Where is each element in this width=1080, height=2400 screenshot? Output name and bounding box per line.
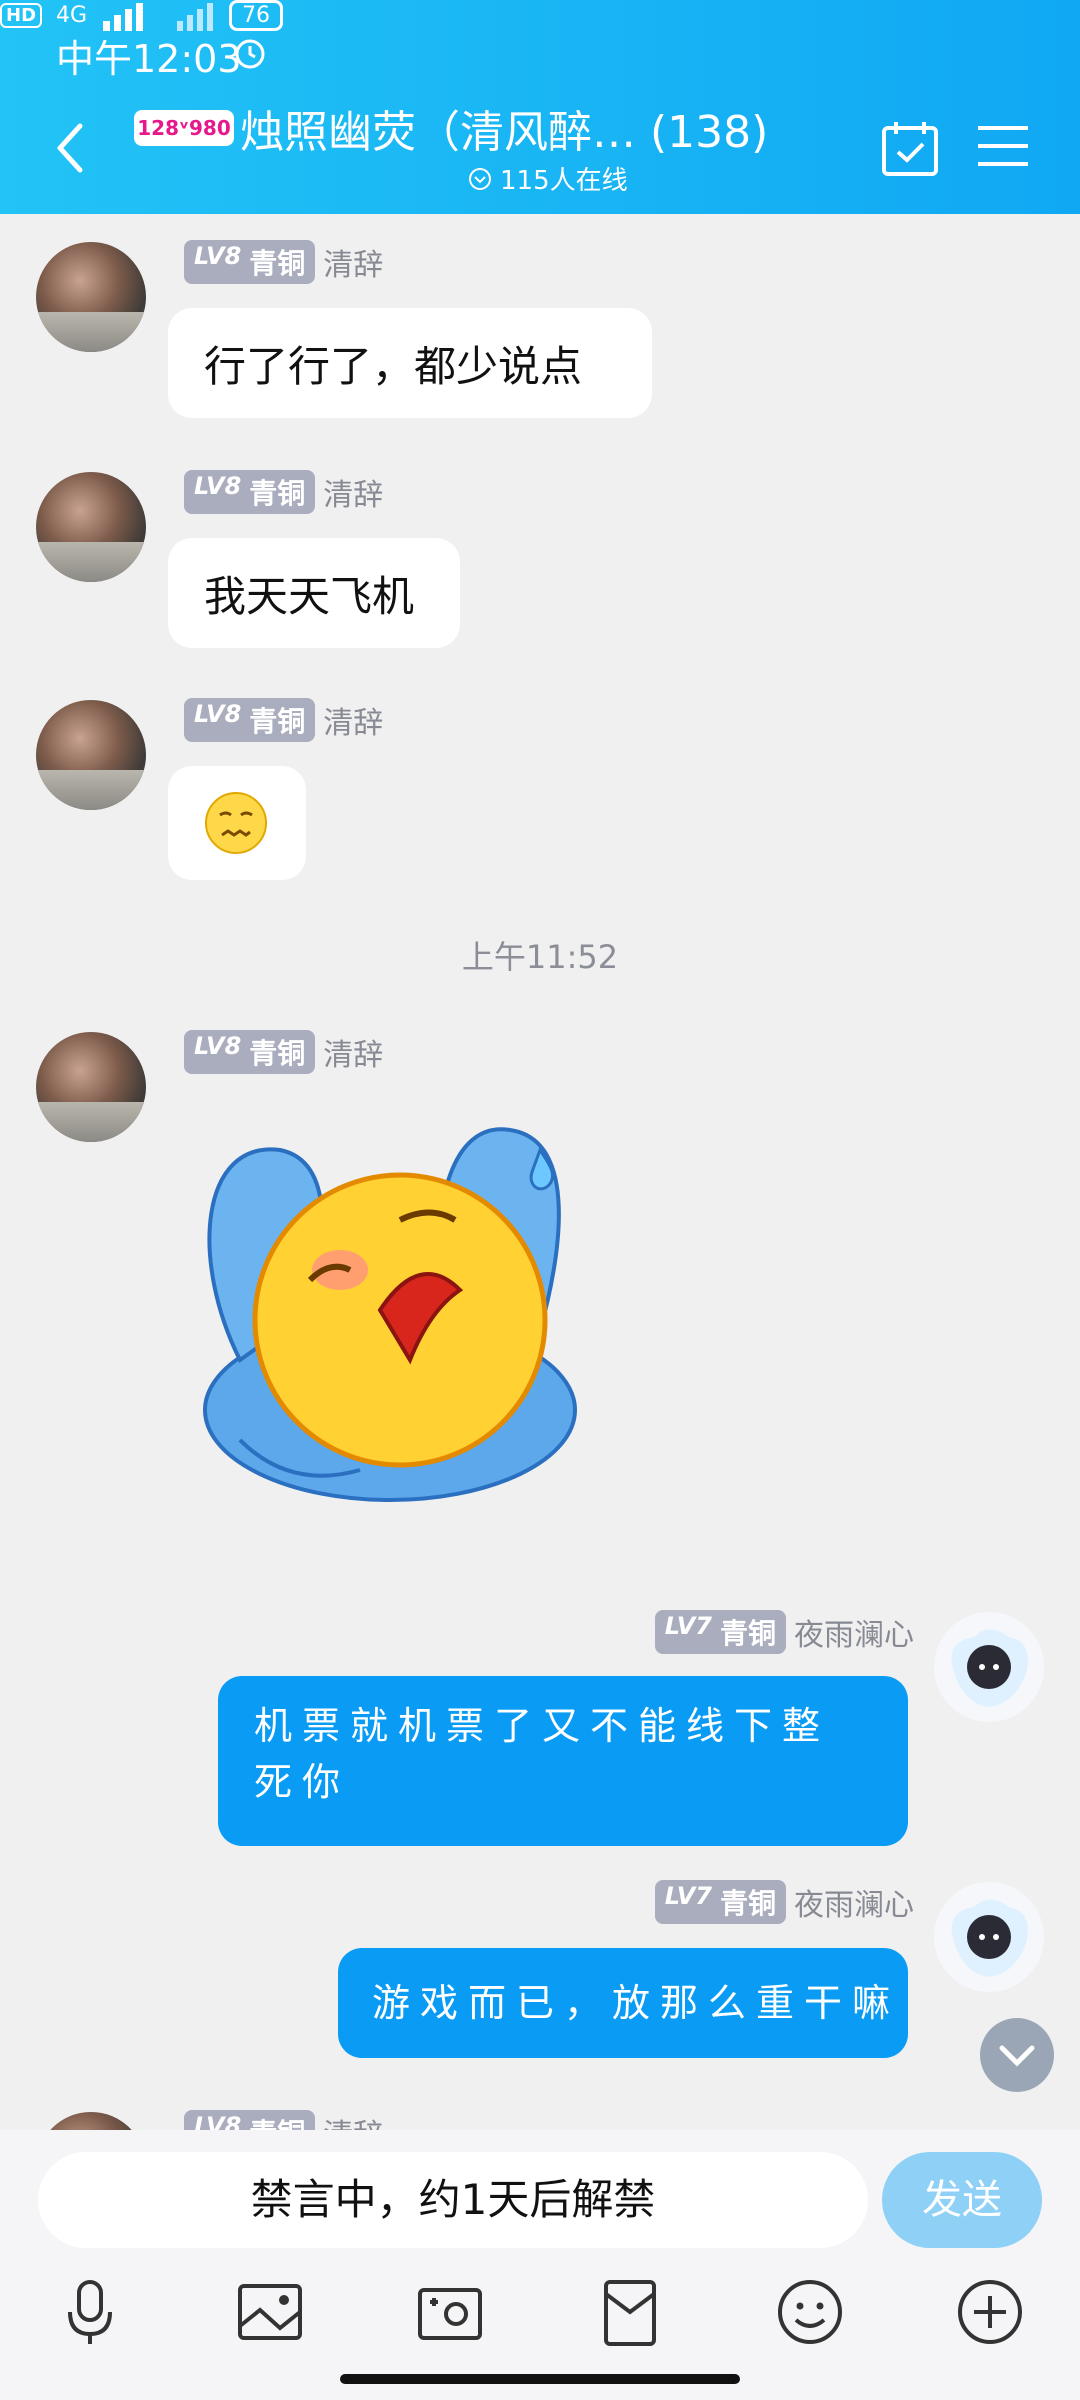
- avatar[interactable]: [36, 472, 146, 582]
- scroll-to-bottom-button[interactable]: [980, 2018, 1054, 2092]
- home-indicator[interactable]: [340, 2374, 740, 2384]
- hd-indicator: HD: [0, 3, 43, 28]
- emoji-icon[interactable]: [770, 2272, 850, 2352]
- avatar[interactable]: [934, 1882, 1044, 1992]
- level-badge: LV8 青铜: [184, 470, 316, 514]
- message-bubble[interactable]: 游戏而已，放那么重干嘛: [338, 1948, 908, 2058]
- message-bubble[interactable]: 机票就机票了又不能线下整死你: [218, 1676, 908, 1846]
- time-divider: 上午11:52: [461, 938, 619, 976]
- calendar-check-button[interactable]: [880, 118, 940, 178]
- nickname[interactable]: 夜雨澜心: [794, 1880, 914, 1924]
- send-button[interactable]: 发送: [882, 2152, 1042, 2248]
- input-area: 禁言中，约1天后解禁 发送: [0, 2130, 1080, 2400]
- avatar[interactable]: [934, 1612, 1044, 1722]
- nickname[interactable]: 清辞: [323, 1030, 383, 1074]
- message-bubble[interactable]: 行了行了，都少说点: [168, 308, 652, 418]
- camera-icon[interactable]: [410, 2272, 490, 2352]
- alarm-icon: [235, 39, 265, 69]
- online-label: 115人在线: [500, 166, 628, 196]
- avatar[interactable]: [36, 242, 146, 352]
- chat-header: 中午12:03 HD 4G 76 128ᵛ980 烛照幽荧（清风醉… (138)…: [0, 0, 1080, 214]
- microphone-icon[interactable]: [50, 2272, 130, 2352]
- level-badge: LV7 青铜: [654, 1610, 786, 1654]
- level-badge: LV8 青铜: [184, 240, 316, 284]
- level-badge: LV8 青铜: [184, 698, 316, 742]
- level-badge: LV7 青铜: [654, 1880, 786, 1924]
- group-title[interactable]: 烛照幽荧（清风醉… (138): [240, 96, 768, 160]
- message-bubble[interactable]: 我天天飞机: [168, 538, 460, 648]
- network-type: 4G: [56, 3, 88, 28]
- status-indicators: HD 4G 76: [0, 0, 1080, 31]
- sender-meta: LV7 青铜 夜雨澜心: [654, 1610, 914, 1654]
- red-packet-icon[interactable]: [590, 2272, 670, 2352]
- message-input-muted[interactable]: 禁言中，约1天后解禁: [38, 2152, 868, 2248]
- plus-icon[interactable]: [950, 2272, 1030, 2352]
- image-icon[interactable]: [230, 2272, 310, 2352]
- menu-button[interactable]: [976, 122, 1030, 170]
- chevron-circle-icon: [469, 167, 491, 190]
- chevron-down-icon: [999, 2045, 1035, 2067]
- nickname[interactable]: 夜雨澜心: [794, 1610, 914, 1654]
- sender-meta: LV8 青铜 清辞: [184, 698, 383, 742]
- sender-meta: LV7 青铜 夜雨澜心: [654, 1880, 914, 1924]
- ghost-avatar-icon: [951, 1629, 1028, 1707]
- ghost-avatar-icon: [951, 1899, 1028, 1977]
- avatar[interactable]: [36, 1032, 146, 1142]
- status-time: 中午12:03: [56, 37, 242, 81]
- worried-face-emoji-icon: [205, 792, 267, 854]
- nickname[interactable]: 清辞: [323, 240, 383, 284]
- battery-level: 76: [229, 0, 284, 31]
- nickname[interactable]: 清辞: [323, 470, 383, 514]
- sticker-bubble[interactable]: [168, 766, 306, 880]
- crying-blue-hands-emoji-sticker[interactable]: [180, 1110, 610, 1540]
- avatar[interactable]: [36, 700, 146, 810]
- back-button[interactable]: [50, 118, 90, 178]
- online-count[interactable]: 115人在线: [468, 160, 628, 197]
- nickname[interactable]: 清辞: [323, 698, 383, 742]
- group-level-badge: 128ᵛ980: [134, 110, 234, 146]
- signal-2-icon: [177, 2, 214, 31]
- signal-icon: [103, 2, 144, 31]
- level-badge: LV8 青铜: [184, 1030, 316, 1074]
- sender-meta: LV8 青铜 清辞: [184, 470, 383, 514]
- sender-meta: LV8 青铜 清辞: [184, 240, 383, 284]
- sender-meta: LV8 青铜 清辞: [184, 1030, 383, 1074]
